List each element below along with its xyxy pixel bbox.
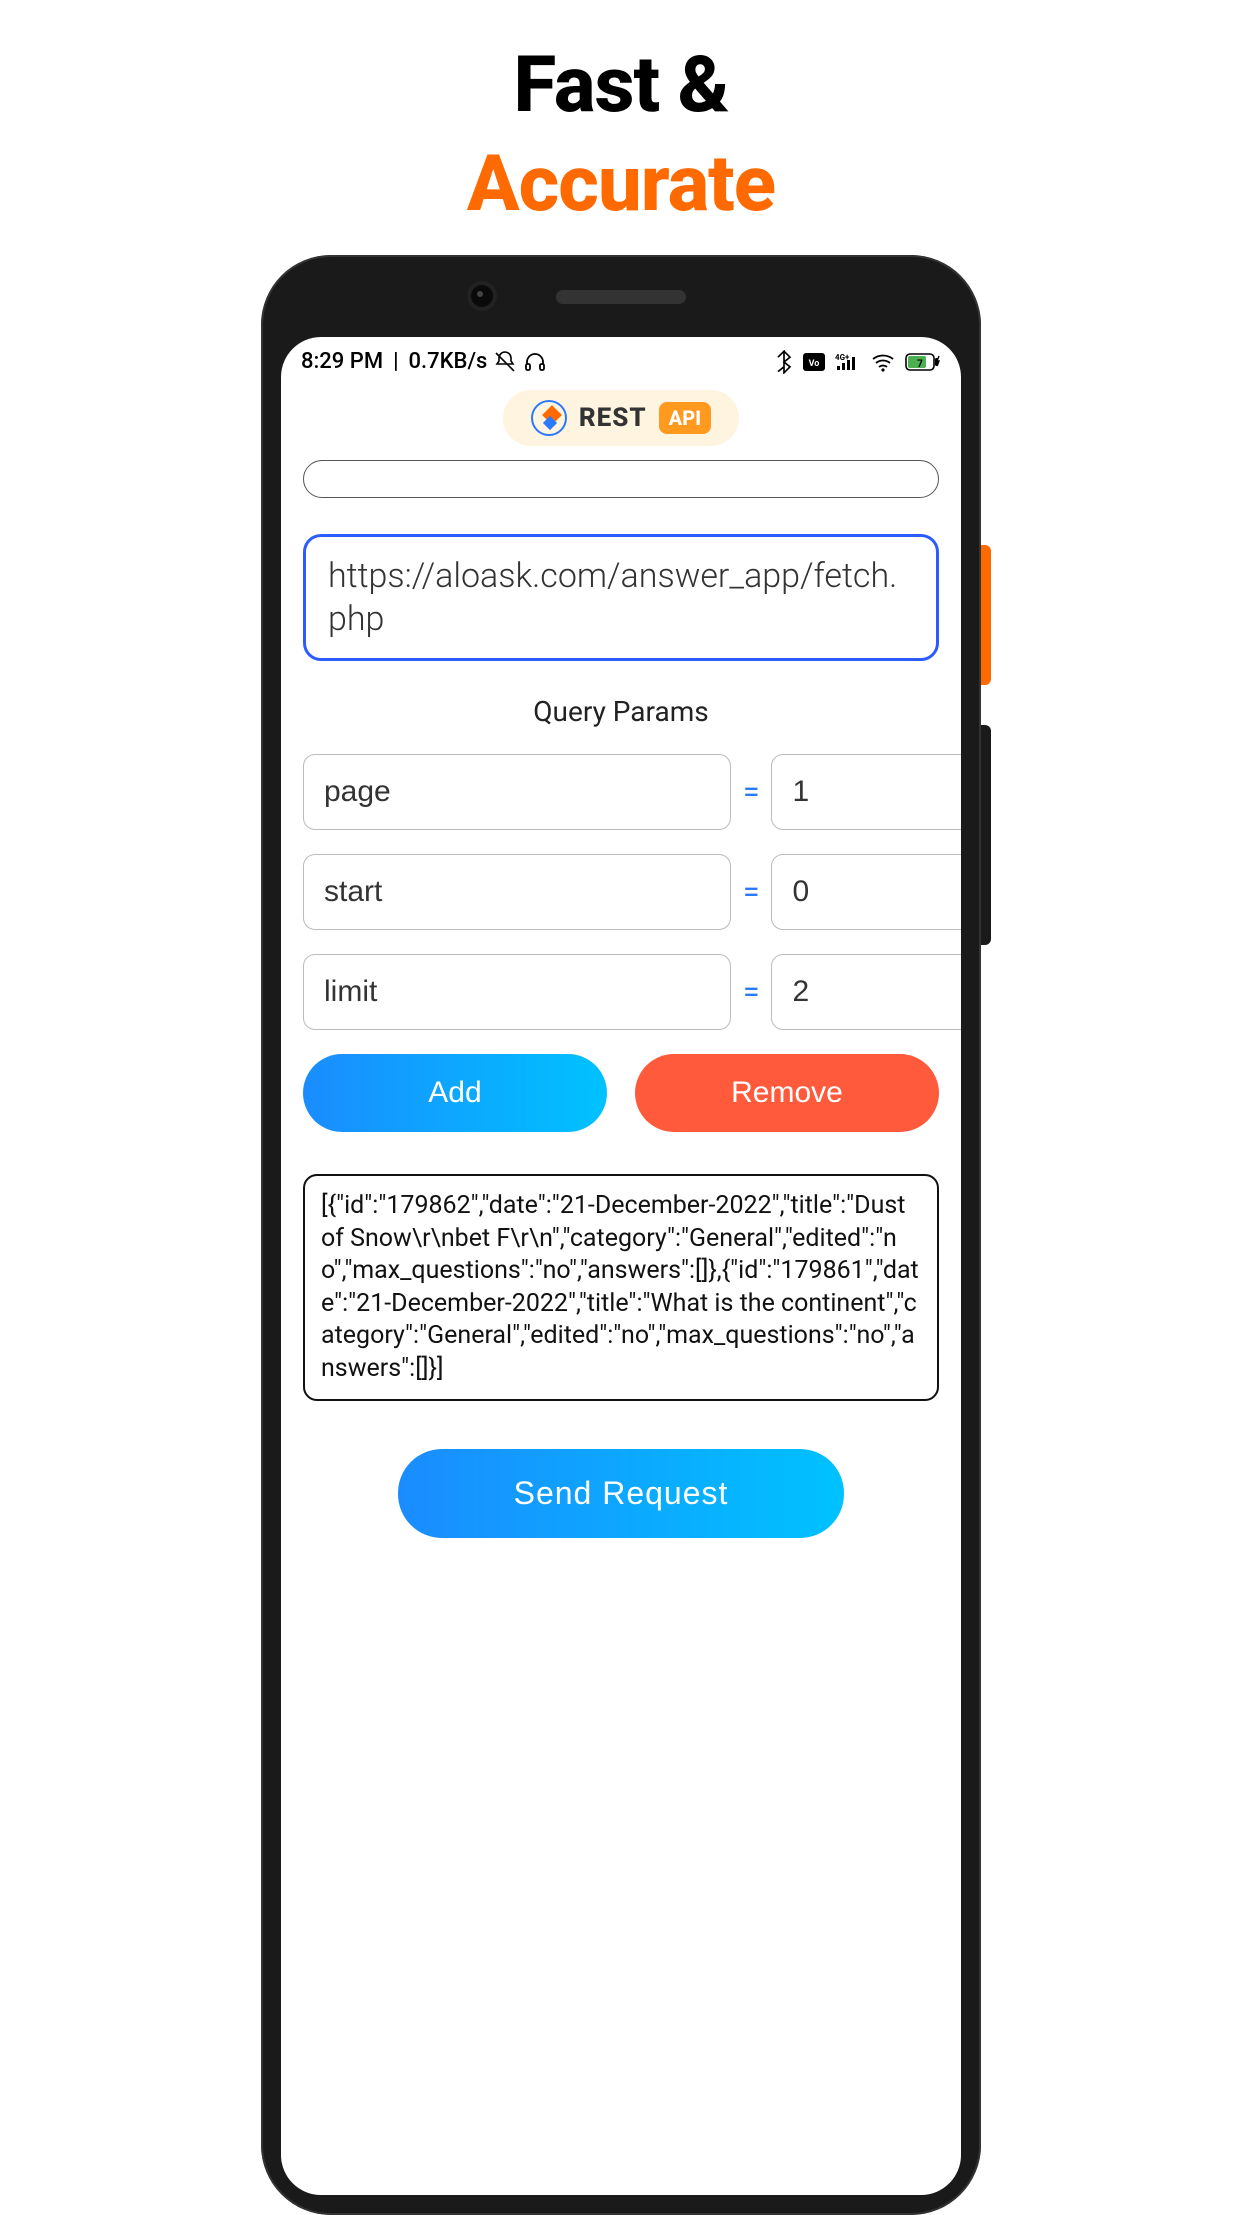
phone-camera: [471, 285, 493, 307]
param-key-input[interactable]: [303, 754, 731, 830]
param-key-input[interactable]: [303, 954, 731, 1030]
hero-title-line1: Fast &: [0, 40, 1242, 131]
hero-title-line2: Accurate: [0, 139, 1242, 230]
equals-sign: =: [743, 875, 759, 910]
headphones-icon: [523, 350, 547, 374]
app-brand-text: REST: [579, 403, 647, 433]
status-left: 8:29 PM | 0.7KB/s: [301, 349, 547, 374]
param-value-input[interactable]: [771, 954, 961, 1030]
bluetooth-icon: [775, 350, 793, 374]
status-right: Vo 4G+ 7: [775, 350, 941, 374]
equals-sign: =: [743, 975, 759, 1010]
hero: Fast & Accurate: [0, 0, 1242, 230]
equals-sign: =: [743, 775, 759, 810]
method-input[interactable]: [303, 460, 939, 498]
phone-power-button: [981, 545, 991, 685]
mute-icon: [493, 350, 517, 374]
add-button[interactable]: Add: [303, 1054, 607, 1132]
phone-frame: 8:29 PM | 0.7KB/s Vo: [261, 255, 981, 2215]
remove-button[interactable]: Remove: [635, 1054, 939, 1132]
phone-volume-button: [981, 725, 991, 945]
app-api-pill: API: [659, 402, 711, 434]
param-value-input[interactable]: [771, 854, 961, 930]
pipe: |: [393, 349, 398, 374]
status-net-speed: 0.7KB/s: [409, 349, 488, 374]
query-params-label: Query Params: [303, 695, 939, 728]
param-row: =: [303, 854, 939, 930]
screen: 8:29 PM | 0.7KB/s Vo: [281, 337, 961, 2195]
param-row: =: [303, 754, 939, 830]
response-output[interactable]: [{"id":"179862","date":"21-December-2022…: [303, 1174, 939, 1401]
param-key-input[interactable]: [303, 854, 731, 930]
app-badge: REST API: [281, 390, 961, 446]
wifi-icon: [871, 352, 895, 372]
param-row: =: [303, 954, 939, 1030]
status-bar: 8:29 PM | 0.7KB/s Vo: [281, 337, 961, 382]
send-request-button[interactable]: Send Request: [398, 1449, 843, 1538]
app-logo-icon: [531, 400, 567, 436]
svg-text:Vo: Vo: [809, 359, 820, 369]
svg-text:7: 7: [917, 359, 923, 370]
status-time: 8:29 PM: [301, 349, 383, 374]
signal-icon: 4G+: [835, 352, 861, 372]
phone-earpiece: [556, 290, 686, 304]
battery-icon: 7: [905, 352, 941, 372]
param-value-input[interactable]: [771, 754, 961, 830]
volte-icon: Vo: [803, 353, 825, 371]
url-input[interactable]: https://aloask.com/answer_app/fetch.php: [303, 534, 939, 661]
